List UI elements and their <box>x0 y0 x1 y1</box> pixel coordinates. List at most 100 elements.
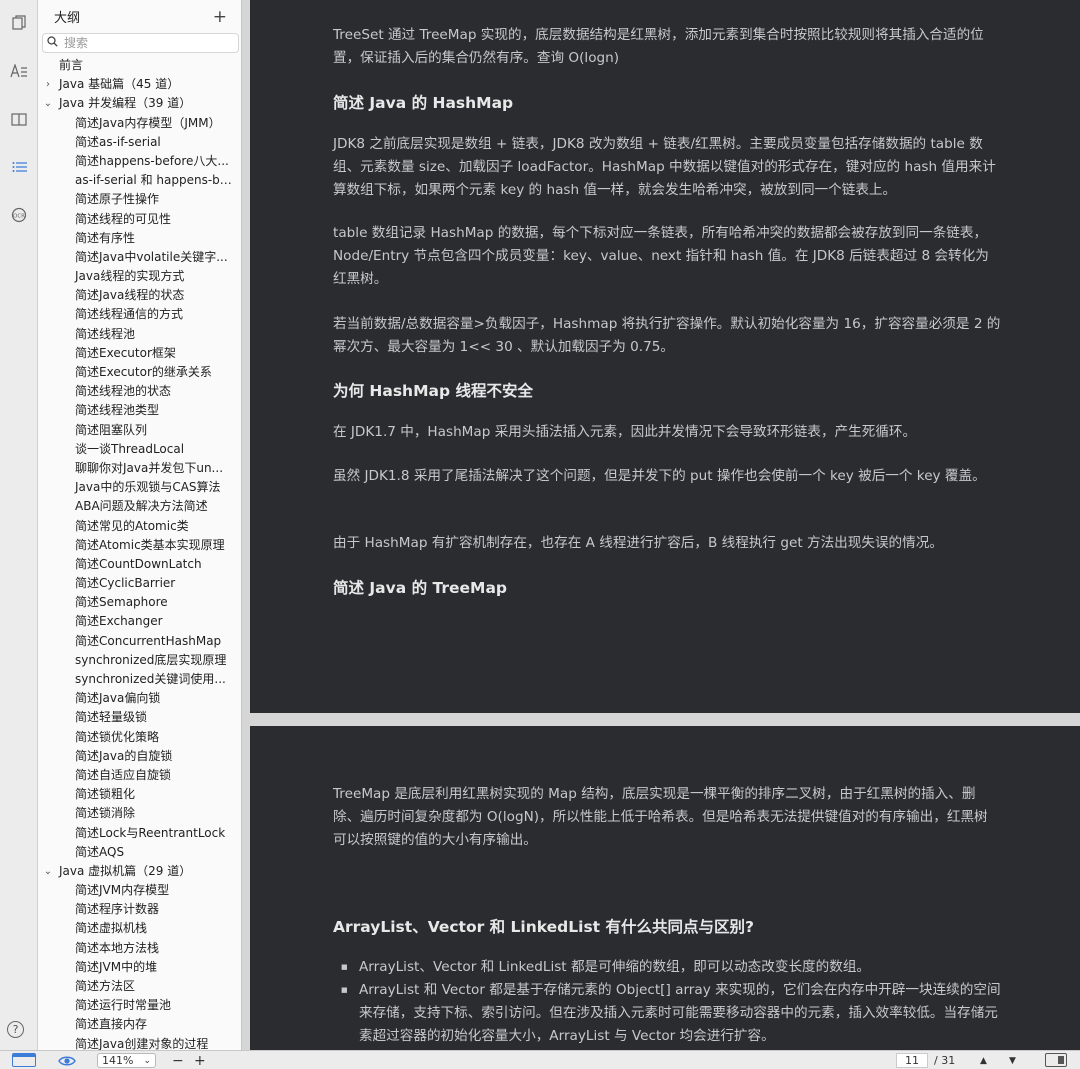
outline-item[interactable]: 简述锁粗化 <box>38 785 241 804</box>
outline-item[interactable]: ⌄ Java 虚拟机篇（29 道） <box>38 862 241 881</box>
outline-item[interactable]: 简述Executor的继承关系 <box>38 363 241 382</box>
search-box[interactable] <box>42 33 239 53</box>
outline-item[interactable]: 简述直接内存 <box>38 1015 241 1034</box>
outline-item-label: 简述线程池类型 <box>75 403 160 418</box>
search-icon <box>47 36 58 50</box>
outline-item[interactable]: as-if-serial 和 happens-be... <box>38 171 241 190</box>
outline-item[interactable]: 简述线程池类型 <box>38 401 241 420</box>
prev-page-button[interactable]: ▲ <box>980 1053 987 1068</box>
tool-rail: OCR ? <box>0 0 38 1050</box>
outline-item[interactable]: 简述as-if-serial <box>38 133 241 152</box>
outline-item[interactable]: synchronized关键词使用... <box>38 670 241 689</box>
outline-item[interactable]: Java中的乐观锁与CAS算法 <box>38 478 241 497</box>
outline-item[interactable]: 简述Java的自旋锁 <box>38 747 241 766</box>
outline-item[interactable]: 简述阻塞队列 <box>38 421 241 440</box>
outline-item[interactable]: 简述happens-before八大... <box>38 152 241 171</box>
outline-item[interactable]: 简述虚拟机栈 <box>38 919 241 938</box>
outline-item-label: 简述方法区 <box>75 979 136 993</box>
outline-item[interactable]: 简述原子性操作 <box>38 190 241 209</box>
outline-item[interactable]: 简述Java偏向锁 <box>38 689 241 708</box>
zoom-in-button[interactable]: + <box>194 1053 206 1069</box>
outline-item[interactable]: 简述Atomic类基本实现原理 <box>38 536 241 555</box>
plus-icon[interactable]: + <box>213 7 227 27</box>
outline-item[interactable]: 简述线程通信的方式 <box>38 305 241 324</box>
outline-item[interactable]: 前言 <box>38 56 241 75</box>
outline-item[interactable]: 简述Lock与ReentrantLock <box>38 824 241 843</box>
outline-item[interactable]: 简述线程的可见性 <box>38 210 241 229</box>
outline-item-label: 简述直接内存 <box>75 1017 148 1032</box>
document-view[interactable]: TreeSet 通过 TreeMap 实现的，底层数据结构是红黑树，添加元素到集… <box>242 0 1080 1050</box>
outline-item-label: 简述线程池 <box>75 326 136 341</box>
chevron-down-icon[interactable]: ⌄ <box>43 94 53 113</box>
outline-item[interactable]: 简述线程池 <box>38 325 241 344</box>
outline-item-label: 简述Java线程的状态 <box>75 288 185 303</box>
chevron-right-icon[interactable]: › <box>43 75 53 94</box>
outline-item[interactable]: › Java 基础篇（45 道） <box>38 75 241 94</box>
zoom-out-button[interactable]: − <box>172 1053 184 1069</box>
outline-item[interactable]: 简述Executor框架 <box>38 344 241 363</box>
outline-item[interactable]: synchronized底层实现原理 <box>38 651 241 670</box>
outline-item-label: Java 并发编程（39 道） <box>59 96 192 111</box>
text-format-icon[interactable] <box>0 57 38 85</box>
list-item: ArrayList、Vector 和 LinkedList 都是可伸缩的数组，即… <box>333 956 1003 979</box>
outline-item[interactable]: 简述程序计数器 <box>38 900 241 919</box>
outline-item[interactable]: 简述JVM中的堆 <box>38 958 241 977</box>
chevron-down-icon[interactable]: ⌄ <box>43 862 53 881</box>
outline-item[interactable]: 简述自适应自旋锁 <box>38 766 241 785</box>
outline-item[interactable]: 简述CyclicBarrier <box>38 574 241 593</box>
zoom-select[interactable]: 141% ⌄ <box>97 1053 156 1068</box>
outline-item[interactable]: 简述方法区 <box>38 977 241 996</box>
outline-item-label: 简述运行时常量池 <box>75 998 172 1013</box>
eye-icon[interactable] <box>58 1053 76 1068</box>
outline-item[interactable]: 简述Java中volatile关键字... <box>38 248 241 267</box>
outline-item-label: 简述CyclicBarrier <box>75 576 176 591</box>
outline-item[interactable]: 谈一谈ThreadLocal <box>38 440 241 459</box>
outline-list-icon[interactable] <box>0 153 38 181</box>
outline-item[interactable]: 简述Java线程的状态 <box>38 286 241 305</box>
outline-item-label: 简述JVM中的堆 <box>75 959 158 974</box>
outline-item[interactable]: 简述CountDownLatch <box>38 555 241 574</box>
outline-item[interactable]: 简述运行时常量池 <box>38 996 241 1015</box>
outline-item[interactable]: 简述Semaphore <box>38 593 241 612</box>
outline-item-label: Java线程的实现方式 <box>75 269 185 284</box>
outline-item-label: as-if-serial 和 happens-be... <box>75 173 239 188</box>
outline-item[interactable]: 简述有序性 <box>38 229 241 248</box>
book-icon[interactable] <box>0 105 38 133</box>
outline-item-label: ABA问题及解决方法简述 <box>75 499 208 514</box>
outline-item[interactable]: 简述本地方法栈 <box>38 939 241 958</box>
page-number-input[interactable]: 11 <box>896 1053 928 1068</box>
outline-item[interactable]: 聊聊你对Java并发包下un... <box>38 459 241 478</box>
outline-item[interactable]: 简述轻量级锁 <box>38 708 241 727</box>
outline-item-label: 简述ConcurrentHashMap <box>75 633 222 648</box>
outline-item[interactable]: ABA问题及解决方法简述 <box>38 497 241 516</box>
outline-item[interactable]: 简述线程池的状态 <box>38 382 241 401</box>
help-icon[interactable]: ? <box>7 1021 24 1038</box>
outline-item[interactable]: 简述Java内存模型（JMM） <box>38 114 241 133</box>
outline-item[interactable]: 简述Exchanger <box>38 612 241 631</box>
outline-item-label: 简述锁优化策略 <box>75 729 160 744</box>
zoom-value: 141% <box>102 1054 134 1067</box>
search-input[interactable] <box>64 36 214 50</box>
bullet-list: ArrayList、Vector 和 LinkedList 都是可伸缩的数组，即… <box>333 956 1003 1048</box>
outline-item[interactable]: 简述JVM内存模型 <box>38 881 241 900</box>
outline-item[interactable]: 简述ConcurrentHashMap <box>38 632 241 651</box>
outline-panel: 大纲 + 前言 › Java 基础篇（45 道） ⌄ Java 并发编程（39 道） 简述… <box>38 0 242 1050</box>
outline-item[interactable]: ⌄ Java 并发编程（39 道） <box>38 94 241 113</box>
outline-item[interactable]: 简述Java创建对象的过程 <box>38 1035 241 1050</box>
pages-icon[interactable] <box>0 8 38 36</box>
outline-item[interactable]: 简述锁消除 <box>38 804 241 823</box>
outline-item[interactable]: Java线程的实现方式 <box>38 267 241 286</box>
outline-item-label: 简述happens-before八大... <box>75 153 229 168</box>
page-total: / 31 <box>934 1054 956 1067</box>
sidebar-toggle-icon[interactable] <box>12 1053 36 1067</box>
outline-item-label: 简述Executor框架 <box>75 345 176 360</box>
section-heading: 简述 Java 的 HashMap <box>333 94 514 112</box>
outline-item[interactable]: 简述锁优化策略 <box>38 728 241 747</box>
outline-header: 大纲 + <box>38 0 241 33</box>
bottom-toolbar: 141% ⌄ − + 11 / 31 ▲ ▼ <box>0 1050 1080 1069</box>
outline-item[interactable]: 简述AQS <box>38 843 241 862</box>
next-page-button[interactable]: ▼ <box>1009 1053 1016 1068</box>
ocr-icon[interactable]: OCR <box>0 201 38 229</box>
outline-item[interactable]: 简述常见的Atomic类 <box>38 517 241 536</box>
view-mode-icon[interactable] <box>1045 1053 1067 1067</box>
